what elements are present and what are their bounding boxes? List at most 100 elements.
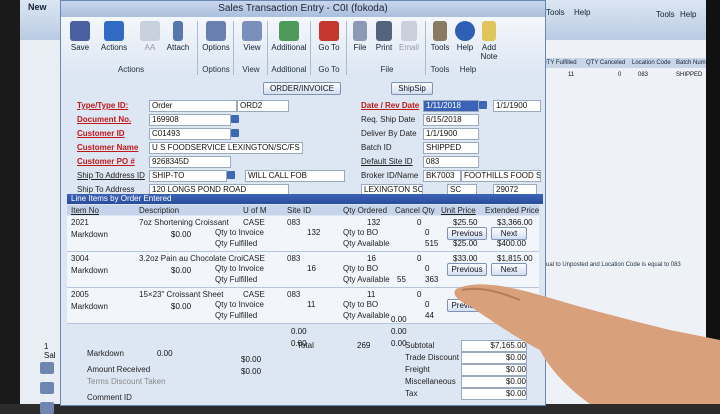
markdown-label: Markdown: [71, 302, 108, 311]
qty-bo-label: Qty to BO: [343, 300, 379, 309]
item-site: 083: [287, 218, 301, 227]
item-no: 2005: [71, 290, 89, 299]
broker-id-field[interactable]: BK7003: [423, 170, 461, 182]
default-site-field[interactable]: 083: [423, 156, 479, 168]
order-invoice-button[interactable]: ORDER/INVOICE: [263, 82, 341, 95]
qty-invoice-value: 16: [307, 264, 316, 273]
monitor-bezel-left: [0, 0, 20, 404]
table-row[interactable]: 2021 7oz Shortening Croissant CASE 083 1…: [67, 216, 539, 252]
ship-to-address-id-field[interactable]: SHIP-TO: [149, 170, 227, 182]
col-cancel-qty[interactable]: Cancel Qty: [395, 206, 435, 215]
rev-date-field[interactable]: 1/1/1900: [493, 100, 541, 112]
printer-icon: [376, 21, 392, 41]
qty-invoice-label: Qty to Invoice: [215, 264, 264, 273]
col-description[interactable]: Description: [139, 206, 179, 215]
document-field[interactable]: 169908: [149, 114, 231, 126]
tools-button[interactable]: Tools: [427, 20, 453, 64]
customer-name-label[interactable]: Customer Name: [77, 143, 138, 152]
line-items-header[interactable]: Line Items by Order Entered: [67, 194, 543, 204]
item-site: 083: [287, 290, 301, 299]
col-site-id[interactable]: Site ID: [287, 206, 311, 215]
email-icon: [401, 21, 417, 41]
qty-available-value: 515: [425, 239, 439, 248]
qty-bo-value: 0: [425, 228, 430, 237]
col-unit-price[interactable]: Unit Price: [441, 206, 476, 215]
lookup-icon[interactable]: [227, 171, 235, 179]
comment-id-label[interactable]: Comment ID: [87, 393, 132, 402]
note-icon: [482, 21, 496, 41]
shipping-method-field[interactable]: WILL CALL FOB: [245, 170, 345, 182]
customer-id-label[interactable]: Customer ID: [77, 129, 125, 138]
customer-po-label[interactable]: Customer PO #: [77, 157, 135, 166]
amount-received-label[interactable]: Amount Received: [87, 365, 150, 374]
col-qty-canceled[interactable]: QTY Canceled: [586, 58, 625, 68]
table-row[interactable]: 11 0 083 SHIPPED: [540, 70, 720, 80]
file-button[interactable]: File: [347, 20, 373, 64]
col-qty-ordered[interactable]: Qty Ordered: [343, 206, 387, 215]
shipsip-button[interactable]: ShipSip: [391, 82, 433, 95]
actions-icon: [104, 21, 124, 41]
customer-name-field[interactable]: U S FOODSERVICE LEXINGTON/SC/FS: [149, 142, 303, 154]
item-cancel: 0: [417, 218, 422, 227]
deliver-by-label: Deliver By Date: [361, 129, 417, 138]
actions-button[interactable]: Actions: [97, 20, 131, 64]
item-cancel: 0: [417, 290, 422, 299]
additional-button[interactable]: Additional: [269, 20, 309, 64]
next-button[interactable]: Next: [491, 227, 527, 240]
col-extended-price[interactable]: Extended Price: [485, 206, 539, 215]
add-note-label: Add Note: [480, 43, 498, 61]
date-field[interactable]: 1/11/2018: [423, 100, 479, 112]
actions-label: Actions: [100, 43, 128, 52]
email-button[interactable]: Email: [395, 20, 423, 64]
default-site-label[interactable]: Default Site ID: [361, 157, 413, 166]
batch-id-field[interactable]: SHIPPED: [423, 142, 479, 154]
qty-available-label: Qty Available: [343, 239, 390, 248]
help-button[interactable]: Help: [453, 20, 477, 64]
req-ship-date-field[interactable]: 6/15/2018: [423, 114, 479, 126]
terms-discount-value: $0.00: [241, 367, 262, 376]
additional-label: Additional: [271, 43, 307, 52]
markdown-price: $25.00: [453, 239, 478, 248]
divider: [425, 21, 426, 75]
lookup-icon[interactable]: [231, 129, 239, 137]
bg-tools-1[interactable]: Tools: [546, 8, 565, 17]
type-select[interactable]: Order: [149, 100, 237, 112]
req-ship-date-label: Req. Ship Date: [361, 115, 416, 124]
previous-button[interactable]: Previous: [447, 227, 487, 240]
item-description: 7oz Shortening Croissant: [139, 218, 229, 227]
bg-tools-2[interactable]: Tools: [656, 10, 675, 19]
filter-note: ual to Unposted and Location Code is equ…: [546, 262, 681, 268]
calendar-icon[interactable]: [479, 101, 487, 109]
document-label[interactable]: Document No.: [77, 115, 131, 124]
date-label[interactable]: Date / Rev Date: [361, 101, 419, 110]
markdown-total-value: 0.00: [157, 349, 173, 358]
type-id-field[interactable]: ORD2: [237, 100, 289, 112]
qty-fulfilled-label: Qty Fulfilled: [215, 311, 258, 320]
attach-button[interactable]: Attach: [161, 20, 195, 64]
bg-help-1[interactable]: Help: [574, 8, 590, 17]
markdown-value: $0.00: [171, 266, 192, 275]
tools-icon: [433, 21, 447, 41]
goto-button[interactable]: Go To: [312, 20, 346, 64]
lookup-icon[interactable]: [231, 115, 239, 123]
bg-help-2[interactable]: Help: [680, 10, 696, 19]
broker-name-field[interactable]: FOOTHILLS FOOD SERVI: [461, 170, 541, 182]
new-label[interactable]: New: [28, 2, 47, 12]
qty-available-label: Qty Available: [343, 311, 390, 320]
cell: 0: [618, 72, 622, 78]
save-button[interactable]: Save: [63, 20, 97, 64]
ship-to-address-id-label[interactable]: Ship To Address ID: [77, 171, 145, 180]
col-location-code[interactable]: Location Code: [632, 58, 671, 68]
customer-po-field[interactable]: 9268345D: [149, 156, 231, 168]
col-uofm[interactable]: U of M: [243, 206, 267, 215]
col-qty-fulfilled[interactable]: QTY Fulfilled: [542, 58, 577, 68]
view-button[interactable]: View: [235, 20, 269, 64]
col-item-no[interactable]: Item No: [71, 206, 99, 215]
add-note-button[interactable]: Add Note: [477, 20, 501, 64]
print-button[interactable]: Print: [371, 20, 397, 64]
options-button[interactable]: Options: [199, 20, 233, 64]
type-label[interactable]: Type/Type ID:: [77, 101, 128, 110]
markdown-value: $0.00: [171, 230, 192, 239]
customer-id-field[interactable]: C01493: [149, 128, 231, 140]
deliver-by-field[interactable]: 1/1/1900: [423, 128, 479, 140]
